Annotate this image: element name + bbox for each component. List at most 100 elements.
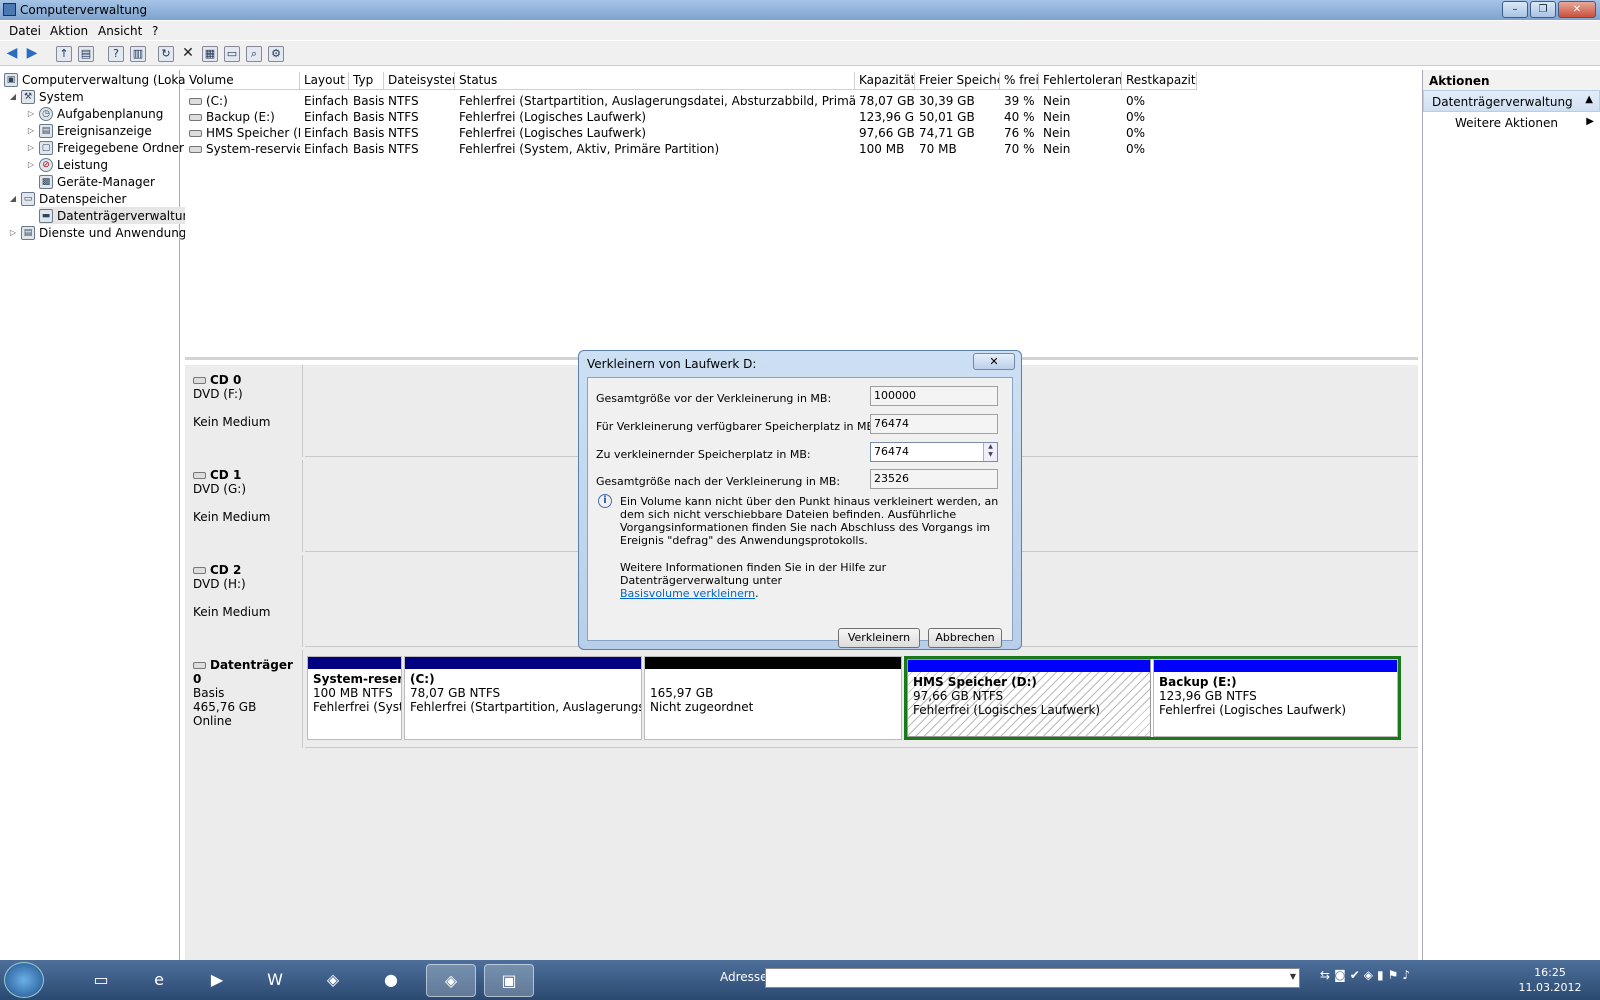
app-icon (3, 3, 16, 16)
actions-section-datentraegerverwaltung[interactable]: Datenträgerverwaltung ▲ (1423, 90, 1600, 112)
signal-icon[interactable]: ▮ (1377, 968, 1388, 982)
tree-aufgabenplanung[interactable]: ▷ ◷ Aufgabenplanung (26, 105, 163, 122)
table-cell: Nein (1043, 126, 1071, 140)
table-cell: Fehlerfrei (Startpartition, Auslagerungs… (459, 94, 855, 108)
address-input[interactable]: ▼ (765, 968, 1300, 988)
close-icon: ✕ (989, 355, 999, 368)
tree-datenspeicher[interactable]: ◢ ▭ Datenspeicher (8, 190, 126, 207)
tree-leistung[interactable]: ▷ ⊘ Leistung (26, 156, 108, 173)
internet-explorer-icon[interactable]: e (134, 964, 184, 997)
explorer-icon[interactable]: ▭ (76, 964, 126, 997)
network-icon[interactable]: ◈ (1364, 968, 1377, 982)
help-icon[interactable]: ? (108, 46, 124, 62)
minimize-button[interactable]: – (1502, 1, 1528, 18)
system-tray: ⇆◙✔◈▮⚑♪ (1320, 968, 1414, 982)
help-link[interactable]: Basisvolume verkleinern (620, 587, 755, 600)
close-button[interactable]: ✕ (1558, 1, 1596, 18)
dialog-close-button[interactable]: ✕ (973, 353, 1015, 370)
label-total-after: Gesamtgröße nach der Verkleinerung in MB… (596, 475, 841, 488)
col-restkapazitaet[interactable]: Restkapazität (1122, 72, 1197, 90)
volume-cell[interactable]: System-reserviert (185, 142, 300, 158)
tree-geraete-manager[interactable]: ▩ Geräte-Manager (39, 173, 155, 190)
cancel-button[interactable]: Abbrechen (928, 628, 1002, 648)
expand-icon[interactable]: ▷ (26, 109, 36, 118)
search-icon[interactable]: ⌕ (246, 46, 262, 62)
volume-icon[interactable]: ♪ (1402, 968, 1414, 982)
network-app-2-icon[interactable]: ◈ (426, 964, 476, 997)
col-status[interactable]: Status (455, 72, 855, 90)
maximize-button[interactable]: ❐ (1530, 1, 1556, 18)
menu-help[interactable]: ? (152, 24, 158, 38)
tree-ereignisanzeige[interactable]: ▷ ▤ Ereignisanzeige (26, 122, 152, 139)
col-fehlertoleranz[interactable]: Fehlertoleranz (1039, 72, 1122, 90)
network-app-icon[interactable]: ◈ (308, 964, 358, 997)
expand-icon[interactable]: ▷ (26, 143, 36, 152)
dropdown-icon[interactable]: ▼ (1290, 972, 1296, 981)
firefox-icon[interactable]: ● (366, 964, 416, 997)
refresh-icon[interactable]: ↻ (158, 46, 174, 62)
actions-more[interactable]: Weitere Aktionen ▶ (1423, 112, 1600, 134)
table-cell: Nein (1043, 110, 1071, 124)
col-kapazitaet[interactable]: Kapazität (855, 72, 915, 90)
open-icon[interactable]: ▭ (224, 46, 240, 62)
collapse-icon[interactable]: ◢ (8, 194, 18, 203)
tree-root[interactable]: ▣ Computerverwaltung (Lokal) (4, 71, 194, 88)
update-icon[interactable]: ✔ (1350, 968, 1364, 982)
clock[interactable]: 16:25 11.03.2012 (1505, 965, 1595, 995)
table-cell: 40 % (1004, 110, 1035, 124)
table-cell: 30,39 GB (919, 94, 975, 108)
disk-label-cd0: CD 0 DVD (F:) Kein Medium (185, 365, 303, 457)
camera-icon[interactable]: ◙ (1334, 968, 1350, 982)
expand-icon[interactable]: ▷ (26, 126, 36, 135)
col-layout[interactable]: Layout (300, 72, 349, 90)
tree-system[interactable]: ◢ ⚒ System (8, 88, 84, 105)
settings-icon[interactable]: ⚙ (268, 46, 284, 62)
view-icon[interactable]: ▥ (130, 46, 146, 62)
tree-freigegebene-ordner[interactable]: ▷ ▢ Freigegebene Ordner (26, 139, 184, 156)
sync-icon[interactable]: ⇆ (1320, 968, 1334, 982)
forward-icon[interactable]: ▶ (24, 46, 40, 62)
col-prozent-frei[interactable]: % frei (1000, 72, 1039, 90)
media-player-icon[interactable]: ▶ (192, 964, 242, 997)
actions-header: Aktionen (1423, 70, 1600, 90)
shrink-button[interactable]: Verkleinern (838, 628, 920, 648)
tree-datentraegerverwaltung[interactable]: ▬ Datenträgerverwaltung (39, 207, 202, 224)
col-dateisystem[interactable]: Dateisystem (384, 72, 455, 90)
word-icon[interactable]: W (250, 964, 300, 997)
flag-icon[interactable]: ⚑ (1388, 968, 1403, 982)
disk-label-cd1: CD 1 DVD (G:) Kein Medium (185, 460, 303, 552)
properties-icon[interactable]: ▦ (202, 46, 218, 62)
collapse-up-icon[interactable]: ▲ (1585, 94, 1593, 105)
col-freier-speicher[interactable]: Freier Speicher (915, 72, 1000, 90)
partition-system-reserved[interactable]: System-reservi100 MB NTFSFehlerfrei (Sys… (307, 656, 402, 740)
partition-d[interactable]: HMS Speicher (D:) 97,66 GB NTFS Fehlerfrei… (907, 659, 1151, 737)
up-folder-icon[interactable]: ↑ (56, 46, 72, 62)
shrink-dialog: Verkleinern von Laufwerk D: ✕ Gesamtgröß… (578, 350, 1022, 650)
table-cell: Basis (353, 110, 384, 124)
menu-aktion[interactable]: Aktion (50, 24, 88, 38)
label-total-before: Gesamtgröße vor der Verkleinerung in MB: (596, 392, 832, 405)
spin-arrows-icon[interactable]: ▲ ▼ (983, 443, 997, 461)
computer-management-task-icon[interactable]: ▣ (484, 964, 534, 997)
start-button[interactable] (4, 962, 44, 998)
show-tree-icon[interactable]: ▤ (78, 46, 94, 62)
partition-c[interactable]: (C:) 78,07 GB NTFS Fehlerfrei (Startpartit… (404, 656, 642, 740)
shrink-amount-stepper[interactable]: 76474 ▲ ▼ (870, 442, 998, 462)
menu-ansicht[interactable]: Ansicht (98, 24, 142, 38)
col-volume[interactable]: Volume (185, 72, 300, 90)
disk-row-0[interactable]: Datenträger 0 Basis 465,76 GB Online System… (185, 650, 1418, 748)
volume-cell[interactable]: HMS Speicher (D:) (185, 126, 300, 142)
col-typ[interactable]: Typ (349, 72, 384, 90)
expand-icon[interactable]: ▷ (26, 160, 36, 169)
shared-folder-icon: ▢ (39, 140, 53, 155)
partition-unallocated[interactable]: 165,97 GB Nicht zugeordnet (644, 656, 902, 740)
collapse-icon[interactable]: ◢ (8, 92, 18, 101)
partition-e[interactable]: Backup (E:) 123,96 GB NTFS Fehlerfrei (Log… (1153, 659, 1398, 737)
volume-cell[interactable]: (C:) (185, 94, 300, 110)
menu-datei[interactable]: Datei (9, 24, 41, 38)
tree-dienste[interactable]: ▷ ▤ Dienste und Anwendungen (8, 224, 201, 241)
expand-icon[interactable]: ▷ (8, 228, 18, 237)
volume-cell[interactable]: Backup (E:) (185, 110, 300, 126)
back-icon[interactable]: ◀ (4, 46, 20, 62)
delete-icon[interactable]: ✕ (180, 46, 196, 62)
